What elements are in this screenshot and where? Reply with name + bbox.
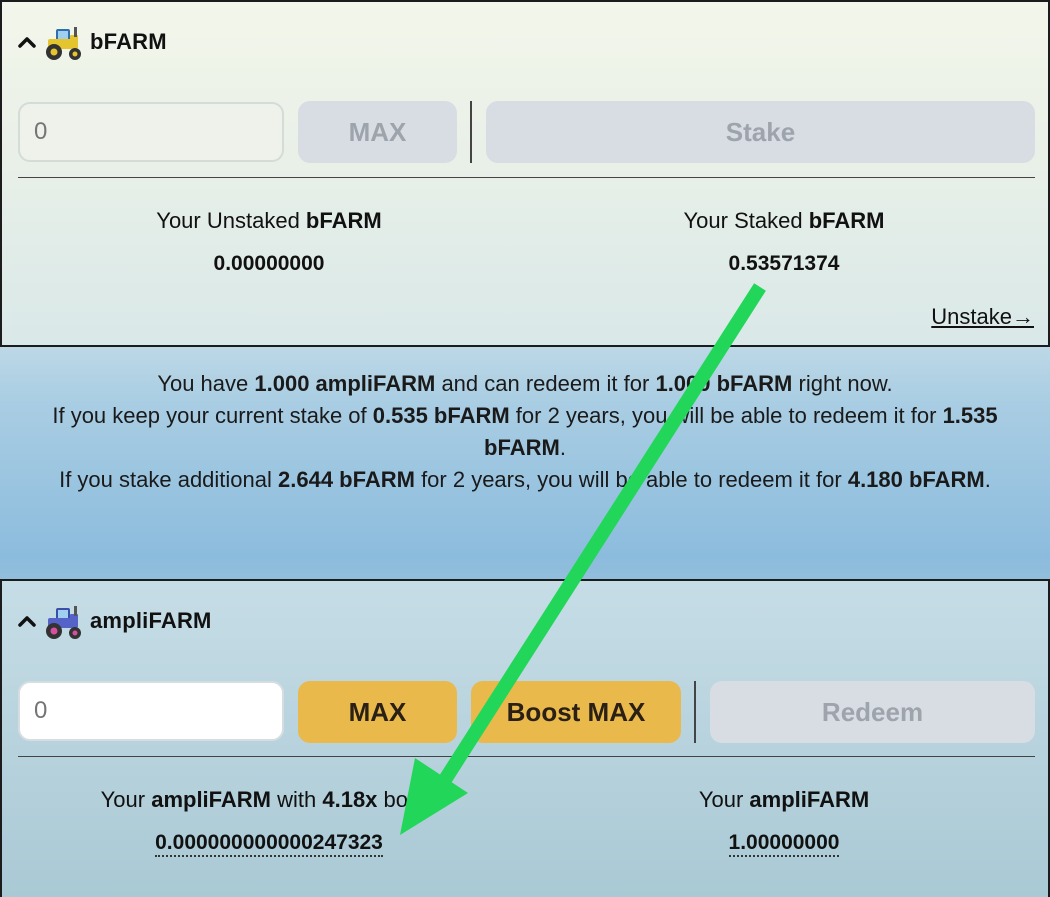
- boost-max-button[interactable]: Boost MAX: [471, 681, 681, 743]
- unstake-link[interactable]: Unstake→: [931, 304, 1034, 330]
- info-line-additional-stake: If you stake additional 2.644 bFARM for …: [59, 467, 991, 492]
- horizontal-divider: [18, 177, 1035, 178]
- amplifarm-panel: ampliFARM MAX Boost MAX Redeem Your ampl…: [0, 579, 1050, 897]
- chevron-up-icon[interactable]: [16, 31, 38, 53]
- redeem-info-text: You have 1.000 ampliFARM and can redeem …: [16, 368, 1034, 496]
- info-line-keep-stake: If you keep your current stake of 0.535 …: [52, 403, 998, 460]
- boosted-amplifarm-value[interactable]: 0.000000000000247323: [19, 831, 519, 857]
- redeem-button[interactable]: Redeem: [710, 681, 1035, 743]
- bfarm-max-button[interactable]: MAX: [298, 101, 457, 163]
- unstaked-bfarm-label: Your Unstaked bFARM: [156, 208, 382, 233]
- info-line-current: You have 1.000 ampliFARM and can redeem …: [157, 371, 893, 396]
- staked-bfarm-value: 0.53571374: [728, 252, 840, 275]
- amplifarm-max-button[interactable]: MAX: [298, 681, 457, 743]
- stake-button[interactable]: Stake: [486, 101, 1035, 163]
- bfarm-token-name: bFARM: [90, 29, 167, 54]
- staked-bfarm-label: Your Staked bFARM: [683, 208, 885, 233]
- horizontal-divider: [18, 756, 1035, 757]
- boosted-amplifarm-label: Your ampliFARM with 4.18x boost: [100, 787, 438, 812]
- amplifarm-balance-label: Your ampliFARM: [698, 787, 870, 812]
- yellow-tractor-icon: [42, 23, 84, 61]
- bfarm-header[interactable]: bFARM: [16, 22, 167, 62]
- amplifarm-amount-input[interactable]: [18, 681, 284, 741]
- blue-tractor-icon: [42, 602, 84, 640]
- amplifarm-token-name: ampliFARM: [90, 608, 212, 633]
- vertical-divider: [694, 681, 696, 743]
- bfarm-stake-amount-input[interactable]: [18, 102, 284, 162]
- unstaked-bfarm-value: 0.00000000: [213, 252, 325, 275]
- vertical-divider: [470, 101, 472, 163]
- bfarm-panel: bFARM MAX Stake Your Unstaked bFARM 0.00…: [0, 0, 1050, 347]
- chevron-up-icon[interactable]: [16, 610, 38, 632]
- amplifarm-header[interactable]: ampliFARM: [16, 601, 212, 641]
- amplifarm-balance-value[interactable]: 1.00000000: [534, 831, 1034, 857]
